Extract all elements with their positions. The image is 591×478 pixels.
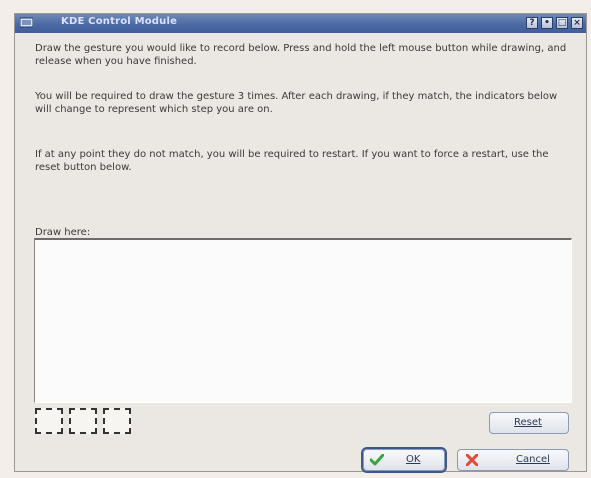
dialog-content: Draw the gesture you would like to recor… [15, 33, 586, 471]
help-button[interactable]: ? [526, 17, 538, 29]
reset-button[interactable]: Reset [489, 412, 569, 434]
cancel-x-icon [466, 454, 478, 466]
step-indicators [34, 405, 134, 437]
step-indicator-1 [35, 408, 63, 434]
window-title: KDE Control Module [61, 16, 178, 27]
instruction-paragraph: If at any point they do not match, you w… [35, 149, 549, 173]
cancel-button-label: Cancel [516, 454, 550, 465]
step-indicator-2 [69, 408, 97, 434]
app-icon [20, 17, 33, 28]
cancel-button[interactable]: Cancel [457, 449, 569, 471]
instruction-paragraph: Draw the gesture you would like to recor… [35, 43, 567, 67]
minimize-button[interactable]: • [541, 17, 553, 29]
maximize-button[interactable]: □ [556, 17, 568, 29]
ok-button[interactable]: OK [363, 449, 445, 471]
step-indicator-3 [103, 408, 131, 434]
check-icon [370, 454, 384, 466]
gesture-draw-area[interactable] [34, 238, 572, 403]
kde-control-module-window: KDE Control Module ? • □ × Draw the gest… [14, 13, 587, 472]
instruction-paragraph: You will be required to draw the gesture… [35, 91, 558, 115]
draw-here-label: Draw here: [35, 227, 91, 238]
close-button[interactable]: × [571, 17, 583, 29]
ok-button-label: OK [406, 454, 421, 465]
reset-button-label: Reset [514, 417, 542, 428]
title-bar[interactable]: KDE Control Module ? • □ × [15, 14, 586, 33]
